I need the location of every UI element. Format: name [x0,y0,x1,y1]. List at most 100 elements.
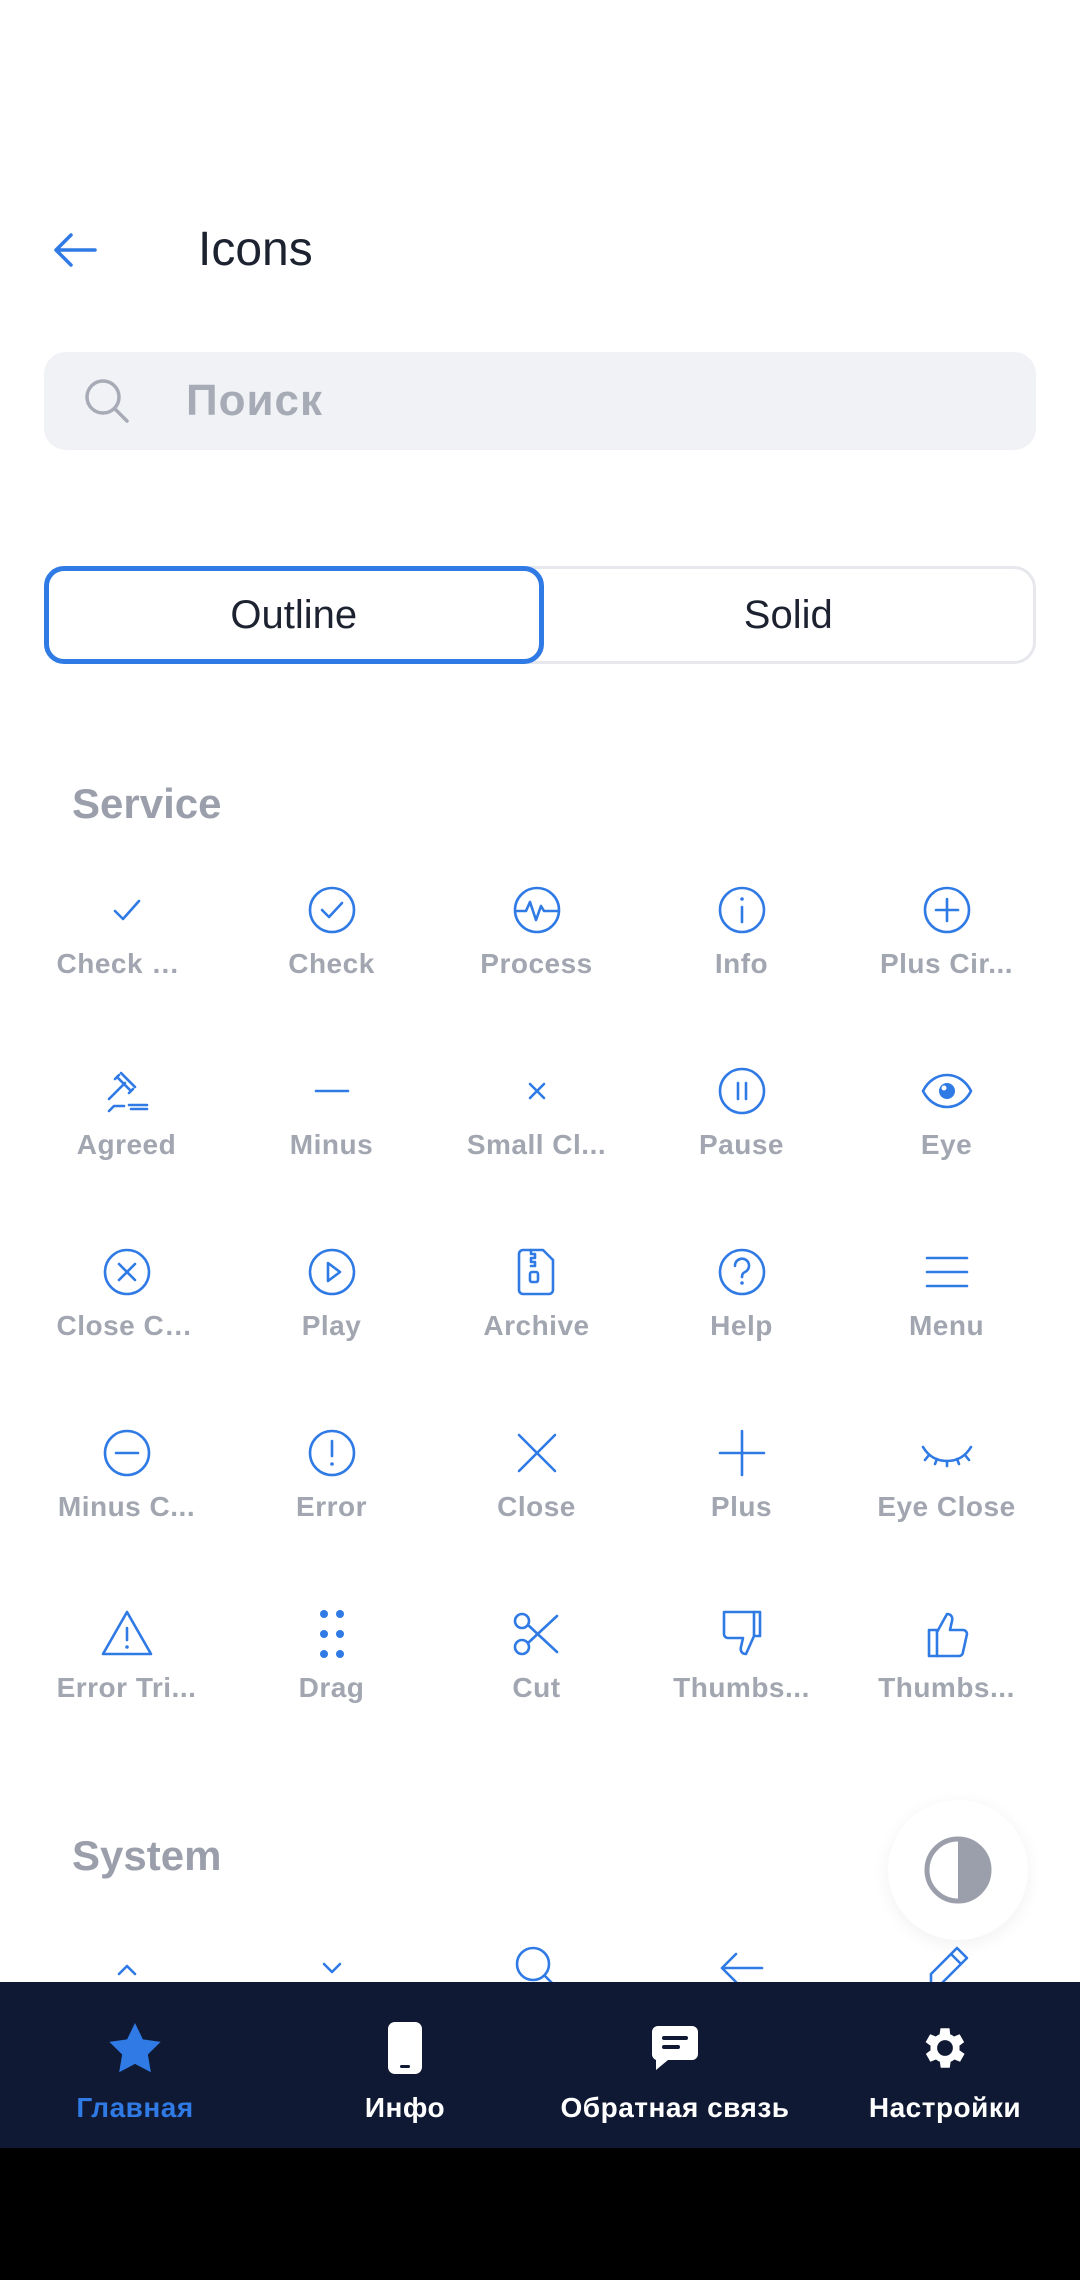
icon-tile-label: Menu [908,1310,985,1341]
nav-label-settings: Настройки [868,2092,1022,2123]
icon-tile[interactable]: Agreed [24,1063,229,1244]
icon-tile[interactable]: Menu [844,1244,1049,1425]
icon-tile[interactable]: Eye [844,1063,1049,1244]
icon-tile[interactable]: Help [639,1244,844,1425]
back-button[interactable] [38,215,112,285]
close-icon [509,1425,565,1481]
icon-tile[interactable]: Archive [434,1244,639,1425]
bottom-navigation: Главная Инфо Обратная связь Настройки [0,1982,1080,2148]
icon-tile-label: Minus C... [57,1491,196,1522]
page-title: Icons [198,223,313,276]
icon-tile[interactable]: Eye Close [844,1425,1049,1606]
icon-tile[interactable]: Error [229,1425,434,1606]
menu-icon [919,1244,975,1300]
icon-tile-label: Cut [512,1672,561,1703]
check-circle-icon [304,882,360,938]
archive-icon [509,1244,565,1300]
icon-tile-label: Plus Cir... [879,948,1014,979]
small-close-icon [509,1063,565,1119]
icon-tile-label: Close [497,1491,576,1522]
icon-tile-label: Check C... [56,948,197,979]
icon-tile-label: Error [296,1491,367,1522]
arrow-left-icon [54,233,97,267]
check-icon [99,882,155,938]
icon-tile[interactable]: Info [639,882,844,1063]
theme-toggle-button[interactable] [888,1800,1028,1940]
icon-tile-label: Help [710,1310,773,1341]
icon-tile[interactable]: Plus [639,1425,844,1606]
style-segmented-control: Outline Solid [44,566,1036,664]
minus-circle-icon [99,1425,155,1481]
icon-tile-label: Drag [298,1672,365,1703]
segment-solid[interactable]: Solid [544,569,1034,661]
icon-tile[interactable]: Cut [434,1606,639,1787]
segment-outline[interactable]: Outline [44,566,544,664]
drag-icon [304,1606,360,1662]
icon-tile[interactable]: Process [434,882,639,1063]
icon-tile-label: Error Tri... [56,1672,197,1703]
icon-tile[interactable]: Thumbs... [639,1606,844,1787]
help-icon [714,1244,770,1300]
icon-tile-label: Agreed [76,1129,177,1160]
icon-tile[interactable]: Small Cl... [434,1063,639,1244]
icon-tile-label: Close Ci... [56,1310,197,1341]
icon-tile[interactable]: Minus [229,1063,434,1244]
thumbs-down-icon [714,1606,770,1662]
nav-item-home[interactable]: Главная [0,1982,270,2148]
search-input[interactable] [186,352,1006,450]
icon-tile[interactable]: Close [434,1425,639,1606]
icon-tile-label: Info [714,948,769,979]
star-icon [109,2023,161,2073]
gavel-icon [99,1063,155,1119]
nav-label-feedback: Обратная связь [560,2092,790,2123]
pause-icon [714,1063,770,1119]
icon-tile[interactable]: Drag [229,1606,434,1787]
search-icon [85,379,129,423]
icon-tile[interactable]: Pause [639,1063,844,1244]
thumbs-up-icon [919,1606,975,1662]
search-bar[interactable] [44,352,1036,450]
icon-tile[interactable]: Check [229,882,434,1063]
icon-tile-label: Check [288,948,375,979]
nav-label-info: Инфо [364,2092,446,2123]
info-icon [714,882,770,938]
scissors-icon [509,1606,565,1662]
icon-tile-label: Thumbs... [878,1672,1015,1703]
icon-tile[interactable]: Play [229,1244,434,1425]
icon-tile-label: Eye [920,1129,973,1160]
contrast-icon [924,1836,992,1904]
section-title-system: System [72,1832,222,1879]
nav-item-settings[interactable]: Настройки [810,1982,1080,2148]
icon-tile-label: Thumbs... [673,1672,810,1703]
section-title-service: Service [72,780,222,827]
icon-tile-label: Plus [710,1491,773,1522]
nav-item-feedback[interactable]: Обратная связь [540,1982,810,2148]
service-icon-grid: Check C... Check Process Info Plus Cir... Agr… [24,882,1049,1787]
error-icon [304,1425,360,1481]
close-circle-icon [99,1244,155,1300]
error-triangle-icon [99,1606,155,1662]
eye-icon [919,1063,975,1119]
icon-tile-label: Play [301,1310,362,1341]
phone-icon [388,2022,422,2074]
icon-tile-label: Process [480,948,593,979]
nav-item-info[interactable]: Инфо [270,1982,540,2148]
play-icon [304,1244,360,1300]
icon-tile-label: Archive [483,1310,590,1341]
icon-tile[interactable]: Minus C... [24,1425,229,1606]
screen: Icons Outline Solid Service Check C...Ch… [0,0,1080,2148]
process-icon [509,882,565,938]
icon-tile[interactable]: Plus Cir... [844,882,1049,1063]
icon-tile[interactable]: Close Ci... [24,1244,229,1425]
chat-icon [651,2026,698,2070]
icon-tile-label: Minus [289,1129,374,1160]
eye-close-icon [919,1425,975,1481]
icon-tile-label: Small Cl... [466,1129,607,1160]
minus-icon [304,1063,360,1119]
icon-tile[interactable]: Error Tri... [24,1606,229,1787]
icon-tile-label: Pause [699,1129,784,1160]
icon-tile[interactable]: Thumbs... [844,1606,1049,1787]
settings-icon [925,2028,965,2068]
icon-tile-label: Eye Close [877,1491,1016,1522]
icon-tile[interactable]: Check C... [24,882,229,1063]
